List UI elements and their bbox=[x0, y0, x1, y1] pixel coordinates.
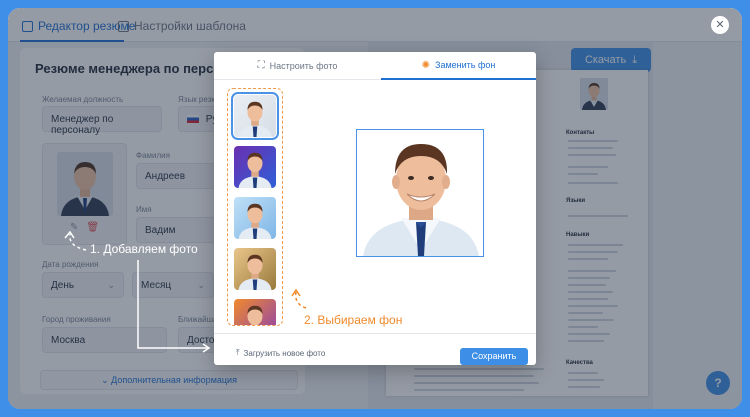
upload-label: Загрузить новое фото bbox=[243, 348, 326, 358]
tab-adjust-photo-label: Настроить фото bbox=[269, 60, 338, 71]
app-frame: Редактор резюме Настройки шаблона Резюме… bbox=[8, 8, 742, 409]
callout-step-choose-background: 2. Выбираем фон bbox=[304, 313, 403, 327]
photo-preview bbox=[356, 129, 484, 257]
background-thumbnail-autumn-park[interactable] bbox=[234, 248, 276, 290]
sparkle-icon: ✺ bbox=[421, 59, 431, 71]
close-modal-button[interactable]: ✕ bbox=[711, 16, 729, 34]
tab-replace-background[interactable]: ✺ Заменить фон bbox=[381, 52, 536, 80]
close-icon: ✕ bbox=[715, 19, 725, 31]
upload-icon: ⤒ bbox=[236, 348, 240, 357]
modal-footer-divider bbox=[214, 333, 536, 334]
tab-adjust-photo[interactable]: ⛶ Настроить фото bbox=[214, 52, 381, 80]
background-thumbnails bbox=[227, 88, 283, 326]
background-thumbnail-light-gray[interactable] bbox=[231, 92, 279, 140]
crop-photo-icon: ⛶ bbox=[257, 60, 265, 71]
background-thumbnail-sky-blue[interactable] bbox=[234, 197, 276, 239]
save-label: Сохранить bbox=[471, 351, 517, 361]
save-button[interactable]: Сохранить bbox=[460, 348, 528, 365]
tab-replace-background-label: Заменить фон bbox=[435, 60, 496, 70]
callout-step-add-photo: 1. Добавляем фото bbox=[90, 242, 198, 256]
background-thumbnail-sunset-purple[interactable] bbox=[234, 299, 276, 325]
upload-new-photo-link[interactable]: ⤒ Загрузить новое фото bbox=[236, 348, 325, 358]
background-thumbnail-purple-blue[interactable] bbox=[234, 146, 276, 188]
